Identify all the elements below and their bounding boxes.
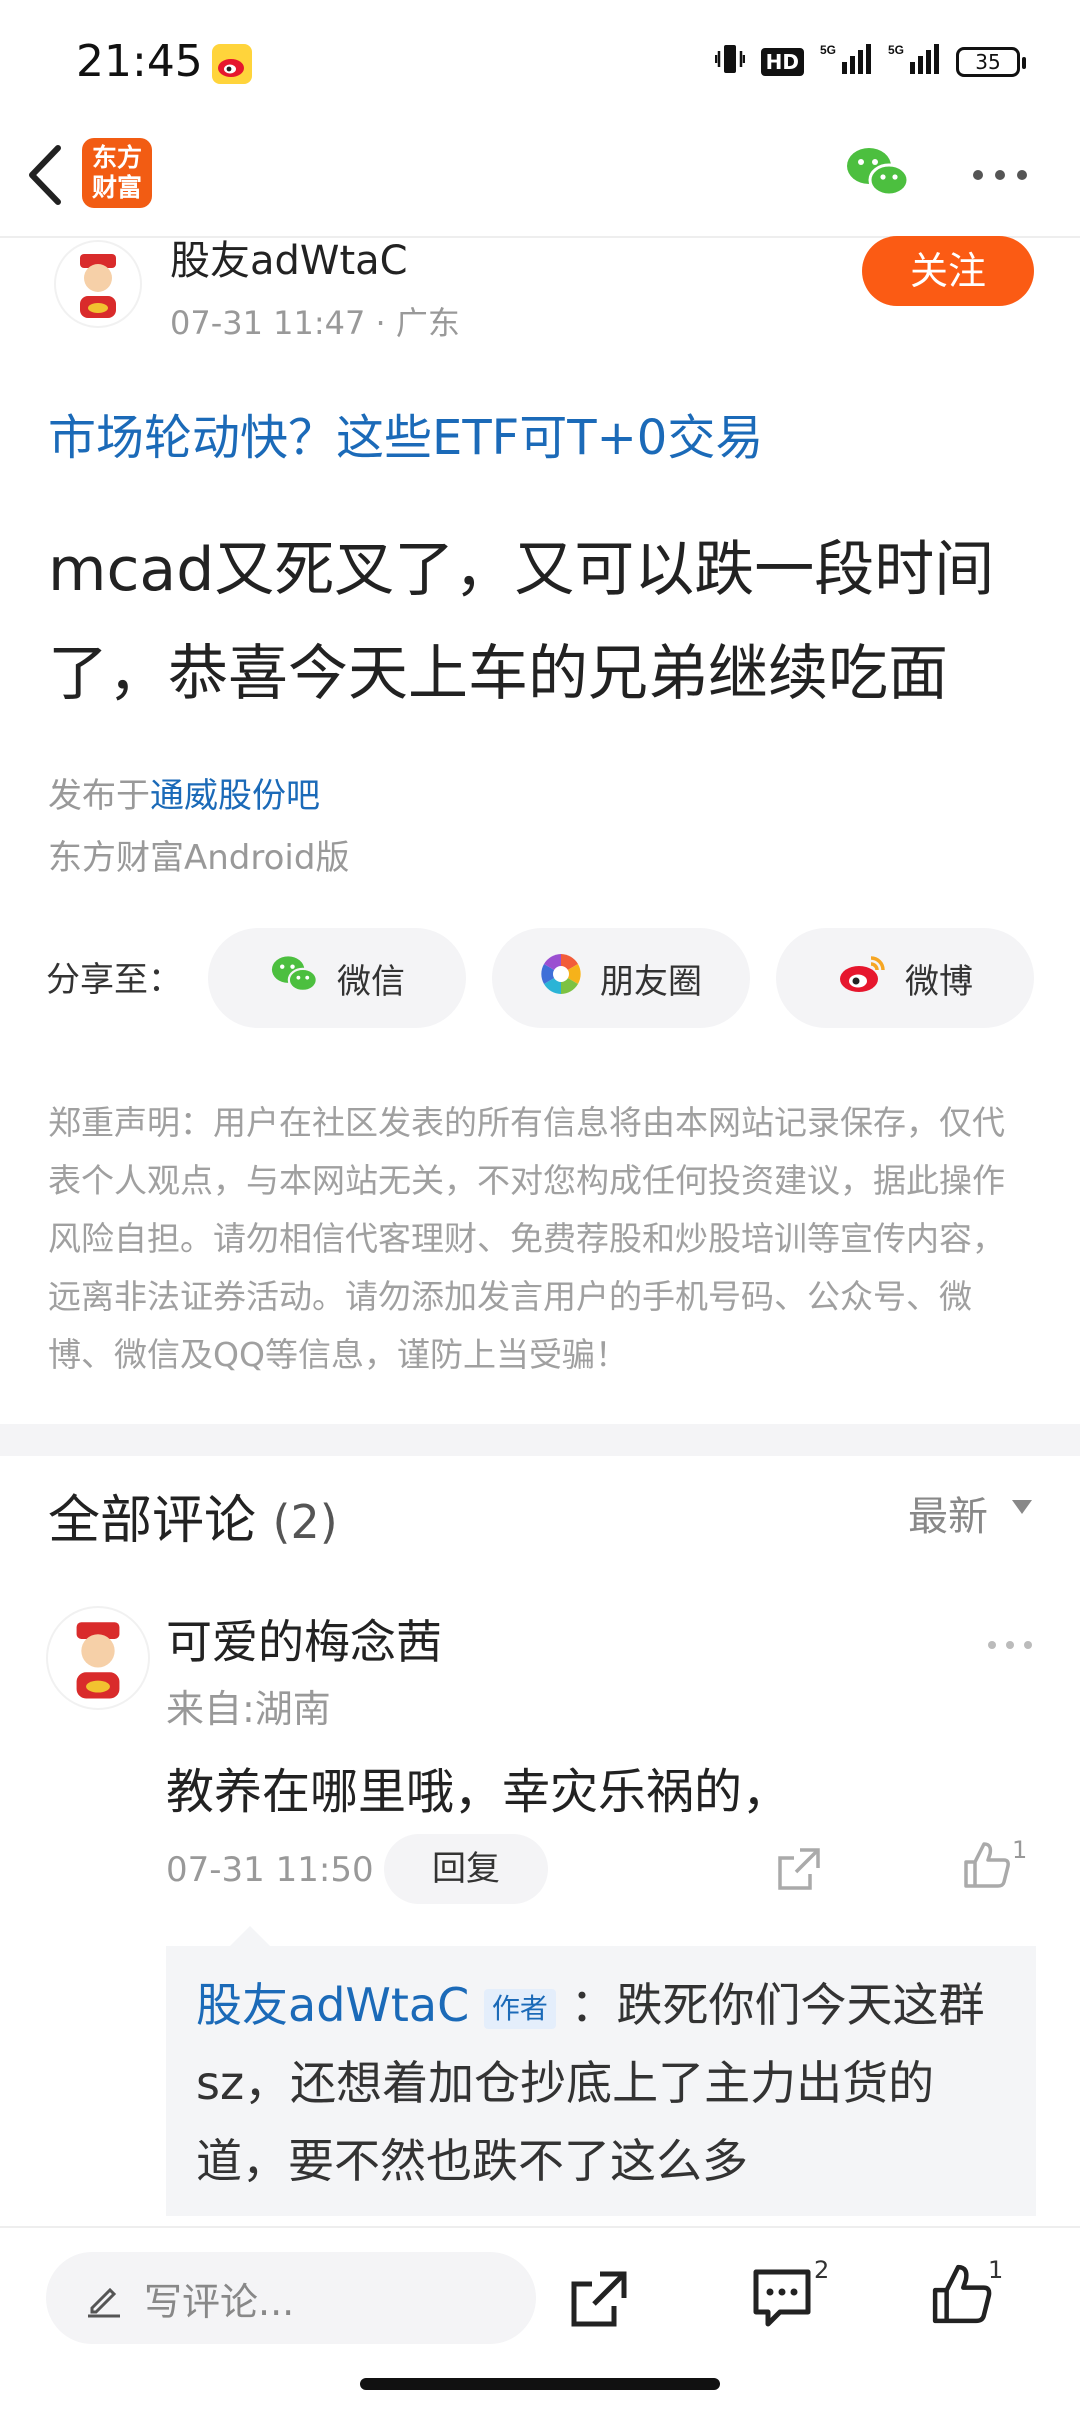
share-label: 分享至： bbox=[46, 960, 182, 1000]
home-indicator[interactable] bbox=[360, 2378, 720, 2390]
comments-button[interactable] bbox=[750, 2266, 814, 2334]
sort-dropdown[interactable]: 最新 bbox=[908, 1484, 988, 1542]
comments-title: 全部评论 bbox=[48, 1491, 257, 1551]
back-button[interactable] bbox=[22, 142, 72, 208]
comment-like-count: 1 bbox=[1012, 1836, 1028, 1864]
disclaimer-text: 郑重声明：用户在社区发表的所有信息将由本网站记录保存，仅代表个人观点，与本网站无… bbox=[48, 1103, 1005, 1374]
share-wechat-label: 微信 bbox=[337, 961, 405, 1002]
weibo-icon bbox=[837, 954, 887, 1003]
comment-time: 07-31 11:50 bbox=[166, 1850, 374, 1890]
published-in: 发布于通威股份吧 bbox=[48, 768, 320, 817]
nested-reply-content: 股友adWtaC 作者 ：跌死你们今天这群sz，还想着加仓抄底上了主力出货的道，… bbox=[196, 1966, 996, 2200]
wechat-share-icon[interactable] bbox=[843, 144, 911, 200]
reply-pointer bbox=[230, 1926, 270, 1946]
hd-icon: HD bbox=[760, 48, 804, 76]
comments-count: (2) bbox=[272, 1495, 338, 1549]
signal-5g-icon: 5G bbox=[820, 42, 872, 82]
post-meta: 07-31 11:47 · 广东 bbox=[170, 304, 460, 342]
stock-bar-link[interactable]: 通威股份吧 bbox=[150, 776, 320, 816]
reply-author-name[interactable]: 股友adWtaC bbox=[196, 1978, 469, 2032]
share-wechat-button[interactable]: 微信 bbox=[208, 928, 466, 1028]
logo-line1: 东方 bbox=[91, 143, 142, 172]
comment-like-button[interactable] bbox=[962, 1840, 1012, 1894]
commenter-avatar[interactable] bbox=[46, 1606, 150, 1710]
like-button[interactable] bbox=[930, 2262, 994, 2330]
comment-text: 教养在哪里哦，幸灾乐祸的， bbox=[166, 1764, 791, 1820]
follow-button[interactable]: 关注 bbox=[862, 236, 1034, 306]
author-name[interactable]: 股友adWtaC bbox=[170, 228, 408, 286]
comment-share-icon[interactable] bbox=[776, 1846, 822, 1896]
comment-input[interactable]: 写评论... bbox=[46, 2252, 536, 2344]
status-time: 21:45 bbox=[76, 36, 203, 87]
signal-5g-icon-2: 5G bbox=[888, 42, 940, 82]
promo-link[interactable]: 市场轮动快？这些ETF可T+0交易 bbox=[48, 398, 763, 468]
share-weibo-button[interactable]: 微博 bbox=[776, 928, 1034, 1028]
eastmoney-logo[interactable]: 东方 财富 bbox=[82, 138, 152, 208]
comment-placeholder: 写评论... bbox=[144, 2279, 295, 2324]
commenter-name[interactable]: 可爱的梅念茜 bbox=[166, 1606, 442, 1672]
comments-count-badge: 2 bbox=[814, 2256, 830, 2284]
post-title: mcad又死叉了，又可以跌一段时间了，恭喜今天上车的兄弟继续吃面 bbox=[48, 535, 995, 709]
battery-indicator: 35 bbox=[956, 47, 1026, 77]
comment-more-icon[interactable] bbox=[986, 1636, 1034, 1655]
moments-icon bbox=[540, 953, 582, 1004]
share-button[interactable] bbox=[568, 2268, 630, 2334]
share-moments-label: 朋友圈 bbox=[600, 961, 702, 1002]
author-avatar[interactable] bbox=[54, 240, 142, 328]
reply-button[interactable]: 回复 bbox=[384, 1834, 548, 1904]
client-info: 东方财富Android版 bbox=[48, 838, 350, 878]
share-moments-button[interactable]: 朋友圈 bbox=[492, 928, 750, 1028]
like-count-badge: 1 bbox=[988, 2256, 1004, 2284]
weibo-notification-icon bbox=[212, 44, 252, 84]
wechat-icon bbox=[269, 953, 319, 1004]
pencil-icon bbox=[84, 2278, 124, 2318]
share-weibo-label: 微博 bbox=[905, 961, 973, 1002]
vibrate-icon bbox=[714, 42, 745, 82]
section-divider bbox=[0, 1424, 1080, 1456]
logo-line2: 财富 bbox=[91, 173, 142, 202]
svg-text:5G: 5G bbox=[888, 43, 904, 57]
more-icon[interactable] bbox=[972, 166, 1028, 180]
published-prefix: 发布于 bbox=[48, 776, 150, 816]
commenter-location: 来自:湖南 bbox=[166, 1687, 331, 1731]
sort-caret-icon[interactable] bbox=[1012, 1500, 1032, 1514]
status-indicators: HD 5G 5G 35 bbox=[714, 40, 1026, 84]
author-tag: 作者 bbox=[483, 1988, 556, 2029]
svg-text:5G: 5G bbox=[820, 43, 836, 57]
comments-header: 全部评论 (2) bbox=[48, 1478, 338, 1553]
